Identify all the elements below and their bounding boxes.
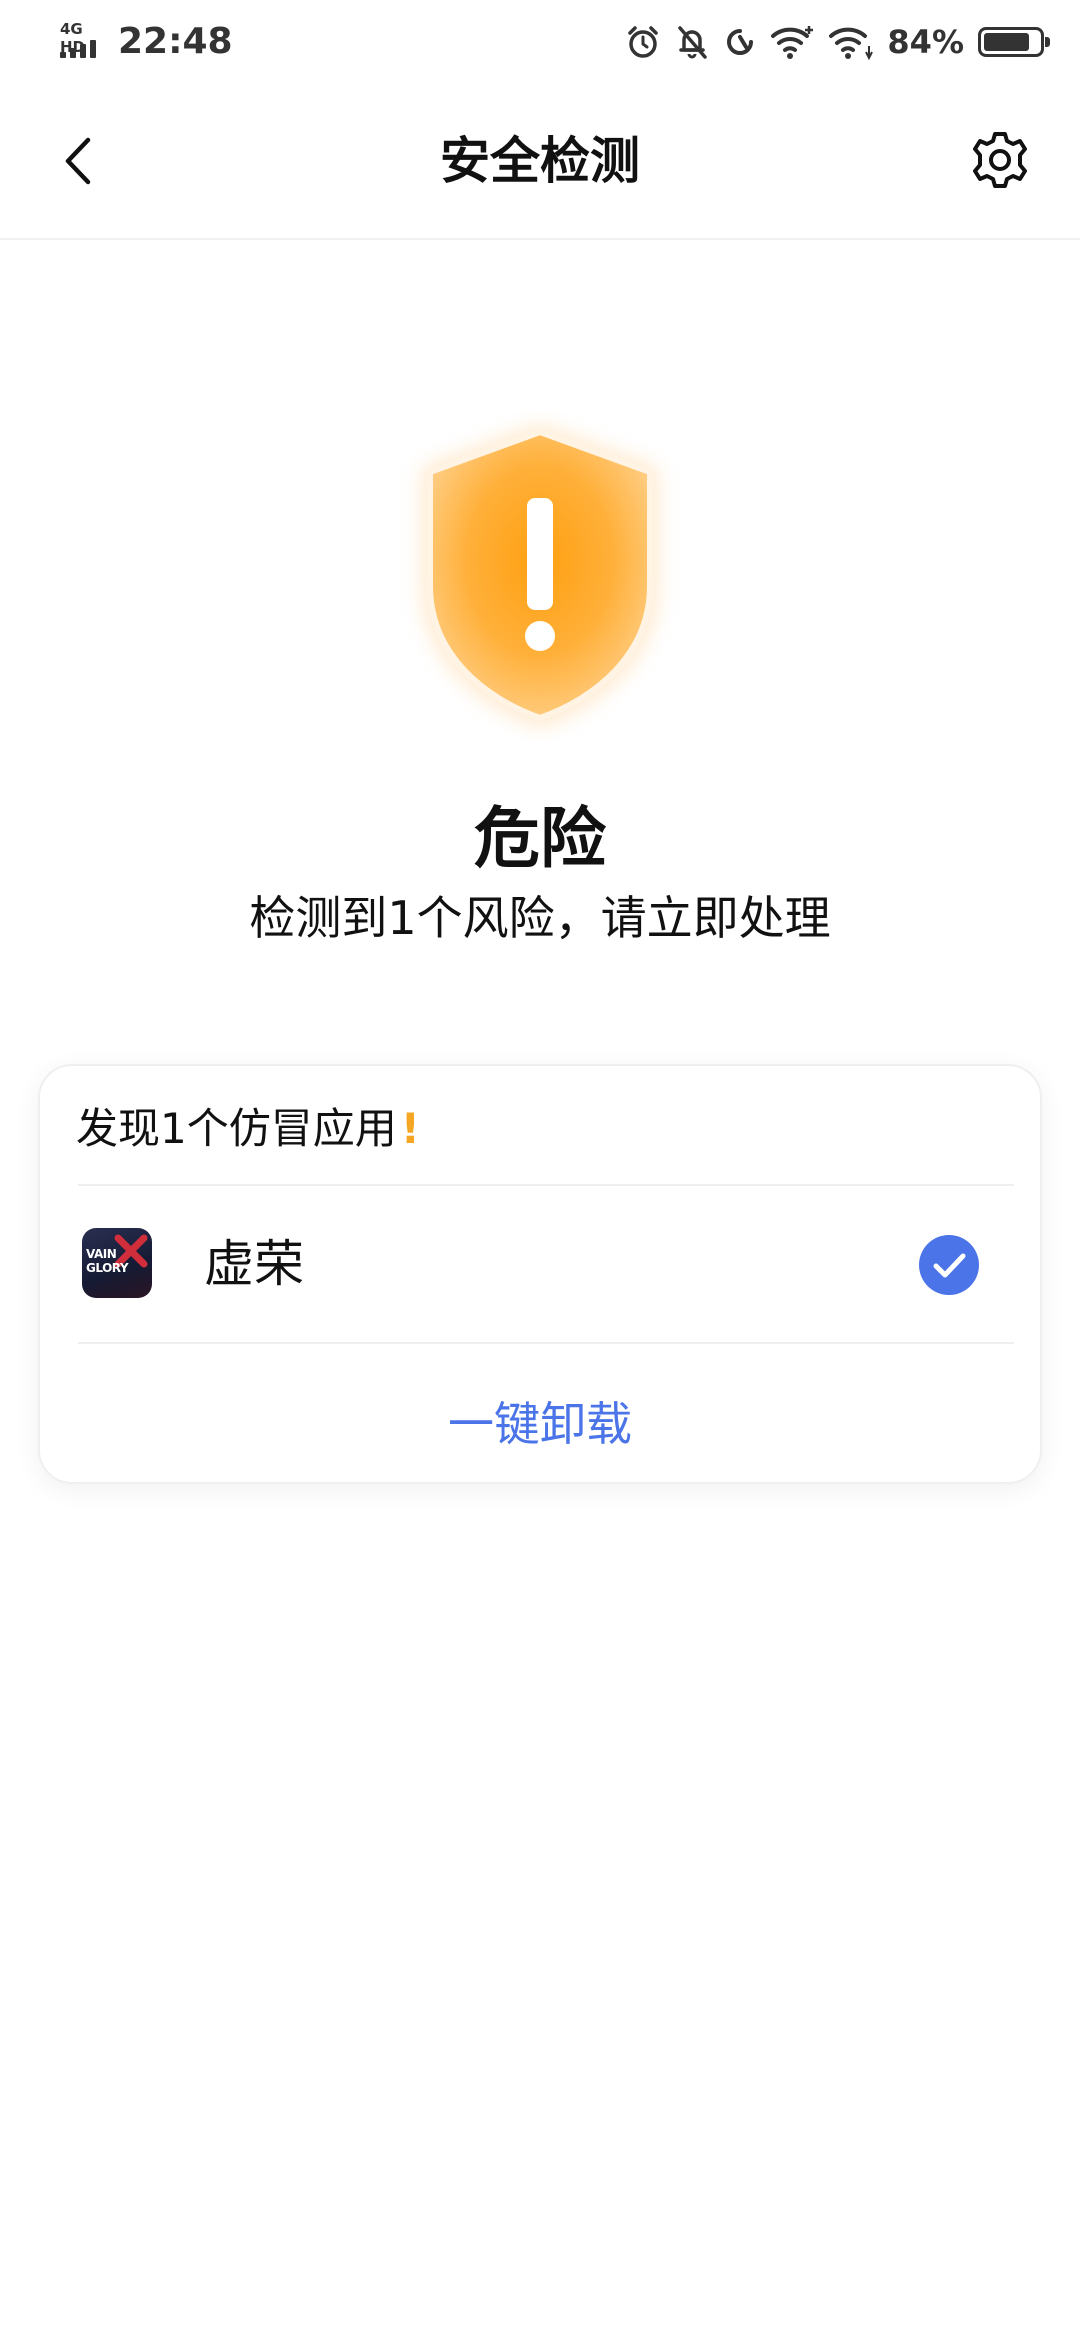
header: 安全检测 [0, 84, 1080, 240]
gear-icon [973, 132, 1027, 188]
counterfeit-app-card: 发现1个仿冒应用! VAIN GLORY 虚荣 一键卸载 [38, 1064, 1042, 1484]
check-circle-icon [919, 1235, 979, 1295]
page-title: 安全检测 [440, 132, 640, 190]
divider [78, 1342, 1014, 1344]
clock: 22:48 [118, 21, 233, 62]
app-icon-text-1: VAIN [86, 1247, 117, 1261]
app-icon-text-2: GLORY [86, 1261, 129, 1275]
warning-mark: ! [400, 1104, 420, 1153]
vainglory-app-icon: VAIN GLORY [82, 1228, 152, 1298]
danger-status: 危险 [474, 800, 606, 877]
status-bar: 4G HD 22:48 84% [0, 0, 1080, 84]
card-title-text: 发现1个仿冒应用 [76, 1104, 397, 1153]
battery-icon [978, 27, 1050, 57]
network-indicator: 4G HD [58, 18, 108, 62]
risk-message: 检测到1个风险，请立即处理 [249, 891, 831, 945]
status-icons: 84% [625, 20, 1050, 64]
card-title: 发现1个仿冒应用! [76, 1098, 420, 1160]
one-click-uninstall-button[interactable]: 一键卸载 [40, 1392, 1040, 1456]
wifi-plus-icon [771, 26, 814, 59]
app-name: 虚荣 [204, 1235, 304, 1293]
shield-warning-icon [390, 410, 690, 740]
data-saver-icon [727, 29, 754, 55]
battery-fill [984, 33, 1029, 51]
wifi-icon [829, 27, 874, 60]
bell-off-icon [678, 26, 708, 59]
signal-icon [60, 40, 96, 58]
settings-button[interactable] [968, 128, 1032, 192]
app-checkbox[interactable] [918, 1234, 980, 1296]
battery-percent: 84% [887, 23, 964, 61]
alarm-icon [628, 26, 659, 58]
app-list-item[interactable]: VAIN GLORY 虚荣 [40, 1184, 1040, 1344]
